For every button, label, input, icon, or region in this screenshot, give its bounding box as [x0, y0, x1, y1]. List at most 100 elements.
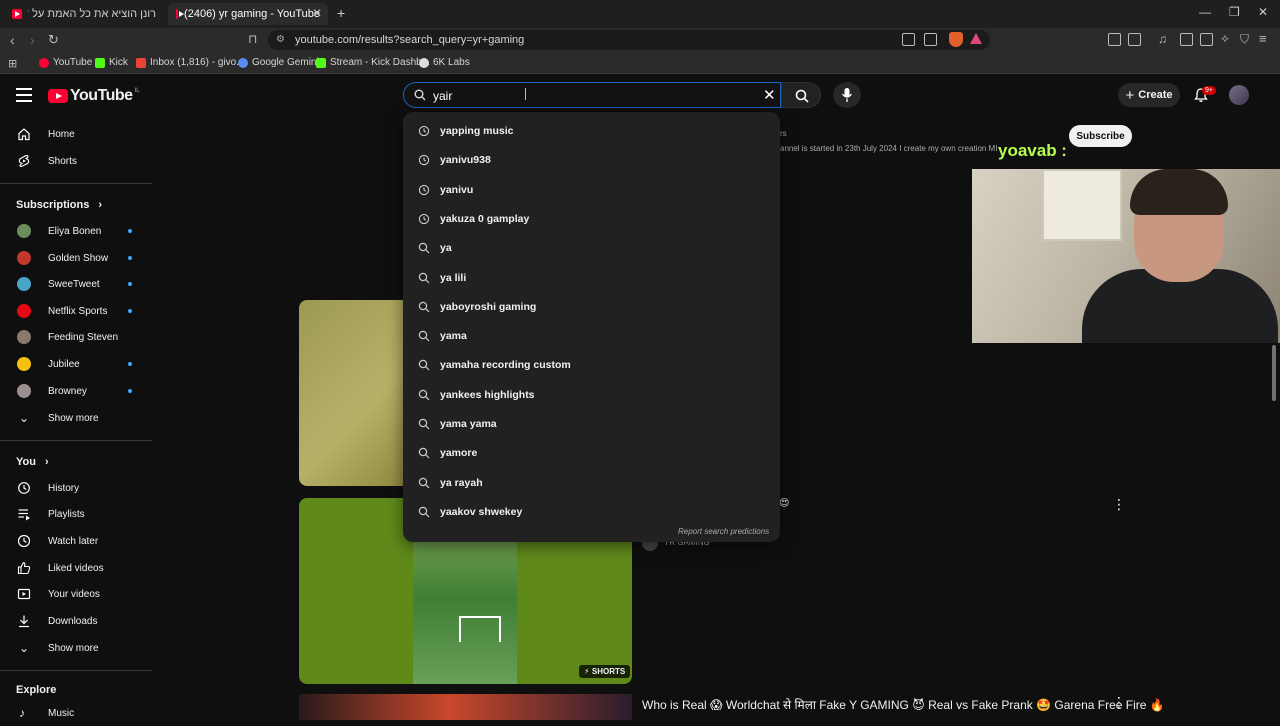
sidebar-subscriptions-header[interactable]: Subscriptions › [16, 199, 102, 211]
reload-icon[interactable]: ↻ [48, 32, 59, 48]
close-tab-icon[interactable]: ✕ [312, 6, 322, 20]
playlists-icon [18, 509, 30, 521]
more-actions-icon[interactable]: ⋮ [1112, 496, 1126, 513]
menu-icon[interactable]: ≡ [1259, 31, 1267, 46]
sidebar-subscription-item[interactable]: Feeding Steven [0, 324, 150, 350]
sidebar-subscription-item[interactable]: Browney [0, 378, 150, 404]
brave-rewards-icon[interactable] [970, 33, 982, 44]
sidebar-item-shorts[interactable]: Shorts [0, 148, 150, 174]
maximize-icon[interactable]: ❐ [1229, 5, 1240, 19]
ai-icon[interactable]: ✧ [1220, 32, 1230, 46]
search-suggestion-item[interactable]: yapping music [403, 117, 780, 145]
media-icon[interactable]: ♫ [1158, 32, 1167, 46]
more-actions-icon[interactable]: ⋮ [1112, 694, 1126, 711]
search-suggestion-item[interactable]: ya lili [403, 264, 780, 292]
person-hair-image [1130, 169, 1228, 215]
bookmark-kick-dashboard[interactable]: Stream - Kick Dashb... [316, 57, 430, 68]
sidebar-item-music[interactable]: ♪ Music [0, 700, 150, 726]
stream-overlay-name: yoavab : [998, 141, 1067, 160]
chevron-down-icon: ⌄ [19, 411, 30, 425]
search-suggestion-item[interactable]: ya rayah [403, 469, 780, 497]
url-text[interactable]: youtube.com/results?search_query=yr+gami… [295, 34, 524, 46]
bookmark-kick[interactable]: Kick [95, 57, 128, 68]
sidebar-subscription-item[interactable]: Jubilee [0, 351, 150, 377]
search-suggestion-item[interactable]: yaboyroshi gaming [403, 293, 780, 321]
sidebar-item-watch-later[interactable]: Watch later [0, 528, 150, 554]
browser-tab[interactable]: רונן הוציא את כל האמת על דה כהן... [4, 3, 164, 25]
close-window-icon[interactable]: ✕ [1258, 5, 1268, 19]
clock-icon [17, 534, 31, 548]
sidebar-item-history[interactable]: History [0, 475, 150, 501]
channel-avatar [17, 277, 31, 291]
search-suggestion-item[interactable]: yanivu [403, 176, 780, 204]
search-button[interactable] [781, 82, 821, 108]
back-icon[interactable]: ‹ [10, 32, 15, 48]
bookmark-youtube[interactable]: YouTube [39, 57, 92, 68]
search-suggestion-item[interactable]: yankees highlights [403, 381, 780, 409]
clear-search-icon[interactable]: ✕ [763, 86, 776, 104]
create-button[interactable]: + Create [1118, 83, 1180, 107]
youtube-logo[interactable]: YouTube IL [48, 87, 140, 105]
bookmark-icon[interactable]: ⊓ [248, 32, 257, 46]
video-thumbnail[interactable] [299, 694, 632, 720]
search-suggestion-item[interactable]: yama [403, 322, 780, 350]
site-info-icon[interactable]: ⚙ [276, 34, 285, 45]
channel-description: annel is started in 23th July 2024 I cre… [780, 144, 998, 153]
apps-icon[interactable]: ⊞ [8, 57, 17, 70]
brave-shield-icon[interactable] [949, 32, 963, 47]
wallet-icon[interactable] [1200, 33, 1213, 46]
account-avatar[interactable] [1229, 85, 1249, 105]
share-icon[interactable] [924, 33, 937, 46]
gemini-icon [238, 57, 248, 68]
6k-labs-icon [419, 57, 429, 68]
sidebar-subscription-item[interactable]: Eliya Bonen [0, 218, 150, 244]
search-suggestion-item[interactable]: yanivu938 [403, 146, 780, 174]
search-suggestion-item[interactable]: ya [403, 234, 780, 262]
search-input[interactable] [433, 88, 753, 104]
sidebar-subscription-item[interactable]: Netflix Sports [0, 298, 150, 324]
video-thumbnail[interactable] [299, 300, 403, 486]
new-tab-icon[interactable]: + [337, 5, 345, 21]
your-videos-icon [17, 588, 31, 600]
sidebar-item-downloads[interactable]: Downloads [0, 608, 150, 634]
new-content-dot [128, 362, 132, 366]
cast-icon[interactable] [902, 33, 915, 46]
search-icon [414, 89, 426, 101]
extensions-icon[interactable] [1108, 33, 1121, 46]
sidebar-panel-icon[interactable] [1128, 33, 1141, 46]
new-content-dot [128, 229, 132, 233]
minimize-icon[interactable]: — [1199, 5, 1211, 19]
channel-video-preview[interactable] [972, 169, 1280, 343]
search-suggestion-item[interactable]: yamaha recording custom [403, 351, 780, 379]
report-search-predictions-link[interactable]: Report search predictions [678, 527, 769, 536]
sidebar-item-playlists[interactable]: Playlists [0, 501, 150, 527]
new-content-dot [128, 389, 132, 393]
voice-search-button[interactable] [833, 82, 861, 108]
video-title[interactable]: Who is Real 😱 Worldchat से मिला Fake Y G… [642, 696, 1165, 713]
search-suggestion-item[interactable]: yama yama [403, 410, 780, 438]
vpn-icon[interactable]: ⛉ [1240, 32, 1249, 47]
sidebar-subscription-item[interactable]: Golden Show [0, 245, 150, 271]
browser-tab-active[interactable]: (2406) yr gaming - YouTube ✕ [168, 3, 328, 25]
sidebar-item-liked-videos[interactable]: Liked videos [0, 555, 150, 581]
search-icon [418, 242, 430, 254]
search-suggestion-item[interactable]: yamore [403, 439, 780, 467]
bookmark-6k-labs[interactable]: 6K Labs [419, 57, 470, 68]
forward-icon[interactable]: › [30, 32, 35, 48]
subscribe-button[interactable]: Subscribe [1069, 125, 1132, 147]
sidebar-show-more[interactable]: ⌄ Show more [0, 405, 150, 431]
search-suggestion-item[interactable]: yakuza 0 gamplay [403, 205, 780, 233]
reader-icon[interactable] [1180, 33, 1193, 46]
guide-menu-icon[interactable] [16, 88, 32, 106]
bookmark-gemini[interactable]: Google Gemini [238, 57, 319, 68]
history-icon [418, 155, 430, 166]
scrollbar-thumb[interactable] [1272, 345, 1276, 401]
sidebar-you-header[interactable]: You › [16, 456, 49, 468]
sidebar-item-your-videos[interactable]: Your videos [0, 581, 150, 607]
search-suggestion-item[interactable]: yaakov shwekey [403, 498, 780, 526]
sidebar-subscription-item[interactable]: SweeTweet [0, 271, 150, 297]
sidebar-show-more[interactable]: ⌄ Show more [0, 635, 150, 661]
sidebar-item-home[interactable]: Home [0, 121, 150, 147]
bookmark-inbox[interactable]: Inbox (1,816) - givo... [136, 57, 245, 68]
chevron-down-icon: ⌄ [19, 641, 30, 655]
